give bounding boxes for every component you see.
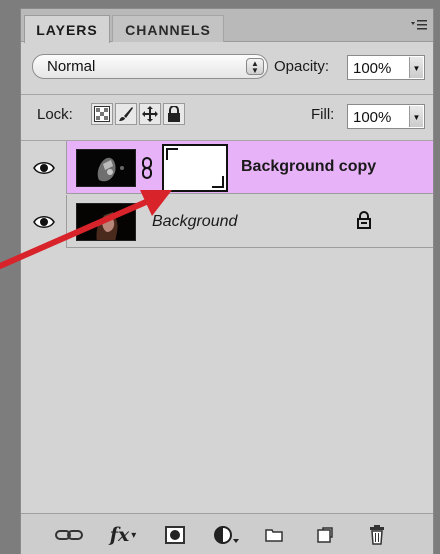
annotation-arrow bbox=[0, 190, 172, 269]
